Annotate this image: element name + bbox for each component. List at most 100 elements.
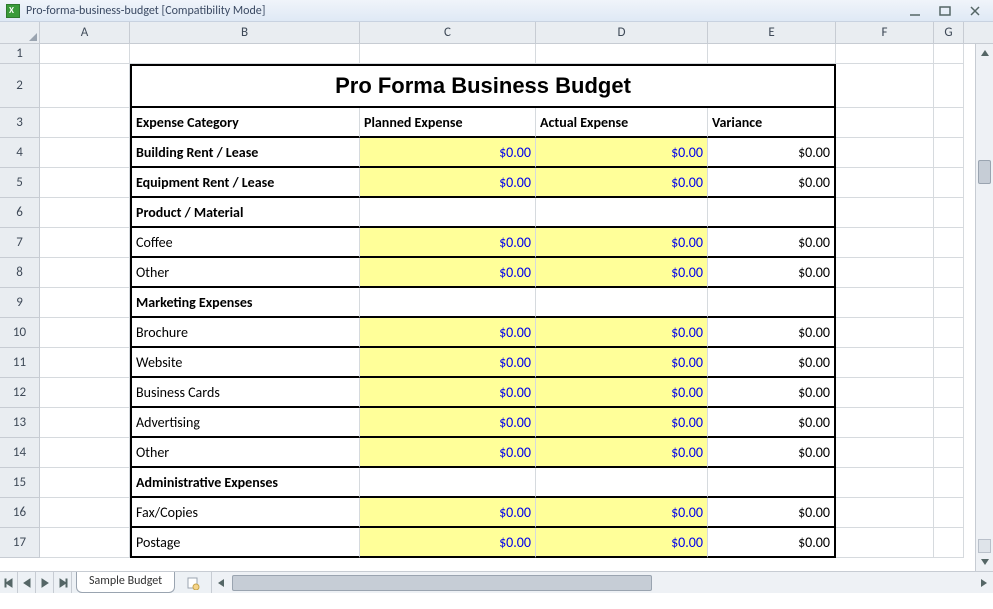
expense-label[interactable]: Equipment Rent / Lease <box>130 168 360 198</box>
expense-label[interactable]: Product / Material <box>130 198 360 228</box>
actual-value[interactable] <box>536 198 708 228</box>
cell[interactable] <box>836 498 934 528</box>
scroll-up-button[interactable] <box>976 44 993 62</box>
variance-value[interactable]: $0.00 <box>708 528 836 558</box>
planned-value[interactable]: $0.00 <box>360 138 536 168</box>
header-category[interactable]: Expense Category <box>130 108 360 138</box>
cell[interactable] <box>40 198 130 228</box>
cell[interactable] <box>40 528 130 558</box>
actual-value[interactable]: $0.00 <box>536 438 708 468</box>
cell[interactable] <box>40 138 130 168</box>
col-header-E[interactable]: E <box>708 22 836 43</box>
variance-value[interactable]: $0.00 <box>708 438 836 468</box>
cell[interactable] <box>934 44 964 64</box>
row-header[interactable]: 6 <box>0 198 40 228</box>
actual-value[interactable]: $0.00 <box>536 378 708 408</box>
cell[interactable] <box>934 378 964 408</box>
cell[interactable] <box>934 64 964 108</box>
cell[interactable] <box>836 378 934 408</box>
scroll-right-button[interactable] <box>975 578 993 588</box>
cell[interactable] <box>934 168 964 198</box>
row-header[interactable]: 9 <box>0 288 40 318</box>
actual-value[interactable]: $0.00 <box>536 228 708 258</box>
expense-label[interactable]: Brochure <box>130 318 360 348</box>
expense-label[interactable]: Administrative Expenses <box>130 468 360 498</box>
cell[interactable] <box>836 44 934 64</box>
variance-value[interactable]: $0.00 <box>708 378 836 408</box>
cell[interactable] <box>836 528 934 558</box>
cells-area[interactable]: Pro Forma Business BudgetExpense Categor… <box>40 44 975 571</box>
scroll-thumb[interactable] <box>978 160 991 184</box>
sheet-nav-prev[interactable] <box>18 572 36 593</box>
cell[interactable] <box>836 318 934 348</box>
variance-value[interactable]: $0.00 <box>708 318 836 348</box>
new-sheet-button[interactable] <box>181 572 205 593</box>
expense-label[interactable]: Other <box>130 258 360 288</box>
cell[interactable] <box>934 408 964 438</box>
col-header-A[interactable]: A <box>40 22 130 43</box>
row-header[interactable]: 4 <box>0 138 40 168</box>
cell[interactable] <box>130 44 360 64</box>
planned-value[interactable]: $0.00 <box>360 498 536 528</box>
header-actual[interactable]: Actual Expense <box>536 108 708 138</box>
hscroll-track[interactable] <box>230 575 975 591</box>
planned-value[interactable]: $0.00 <box>360 168 536 198</box>
actual-value[interactable]: $0.00 <box>536 138 708 168</box>
cell[interactable] <box>934 228 964 258</box>
cell[interactable] <box>934 198 964 228</box>
cell[interactable] <box>836 438 934 468</box>
cell[interactable] <box>40 258 130 288</box>
cell[interactable] <box>934 438 964 468</box>
variance-value[interactable]: $0.00 <box>708 258 836 288</box>
actual-value[interactable] <box>536 468 708 498</box>
expense-label[interactable]: Fax/Copies <box>130 498 360 528</box>
expense-label[interactable]: Business Cards <box>130 378 360 408</box>
scroll-left-button[interactable] <box>212 578 230 588</box>
sheet-nav-first[interactable] <box>0 572 18 593</box>
actual-value[interactable]: $0.00 <box>536 318 708 348</box>
planned-value[interactable]: $0.00 <box>360 348 536 378</box>
cell[interactable] <box>836 108 934 138</box>
scroll-down-button[interactable] <box>976 553 993 571</box>
variance-value[interactable] <box>708 288 836 318</box>
planned-value[interactable]: $0.00 <box>360 438 536 468</box>
col-header-G[interactable]: G <box>934 22 964 43</box>
sheet-nav-last[interactable] <box>54 572 72 593</box>
cell[interactable] <box>836 228 934 258</box>
expense-label[interactable]: Coffee <box>130 228 360 258</box>
cell[interactable] <box>40 228 130 258</box>
horizontal-scrollbar[interactable] <box>211 572 993 593</box>
cell[interactable] <box>40 44 130 64</box>
row-header[interactable]: 13 <box>0 408 40 438</box>
planned-value[interactable]: $0.00 <box>360 318 536 348</box>
cell[interactable] <box>536 44 708 64</box>
actual-value[interactable]: $0.00 <box>536 258 708 288</box>
row-header[interactable]: 5 <box>0 168 40 198</box>
cell[interactable] <box>934 288 964 318</box>
hscroll-thumb[interactable] <box>232 575 652 591</box>
variance-value[interactable] <box>708 468 836 498</box>
cell[interactable] <box>836 198 934 228</box>
variance-value[interactable]: $0.00 <box>708 498 836 528</box>
actual-value[interactable]: $0.00 <box>536 528 708 558</box>
expense-label[interactable]: Postage <box>130 528 360 558</box>
budget-title[interactable]: Pro Forma Business Budget <box>130 64 836 108</box>
cell[interactable] <box>360 44 536 64</box>
actual-value[interactable]: $0.00 <box>536 348 708 378</box>
row-header[interactable]: 12 <box>0 378 40 408</box>
planned-value[interactable] <box>360 288 536 318</box>
col-header-B[interactable]: B <box>130 22 360 43</box>
col-header-C[interactable]: C <box>360 22 536 43</box>
cell[interactable] <box>836 288 934 318</box>
cell[interactable] <box>934 348 964 378</box>
cell[interactable] <box>40 378 130 408</box>
row-header[interactable]: 11 <box>0 348 40 378</box>
row-header[interactable]: 2 <box>0 64 40 108</box>
split-handle[interactable] <box>978 539 991 553</box>
variance-value[interactable]: $0.00 <box>708 228 836 258</box>
planned-value[interactable]: $0.00 <box>360 258 536 288</box>
cell[interactable] <box>40 468 130 498</box>
row-header[interactable]: 14 <box>0 438 40 468</box>
cell[interactable] <box>836 168 934 198</box>
cell[interactable] <box>934 528 964 558</box>
